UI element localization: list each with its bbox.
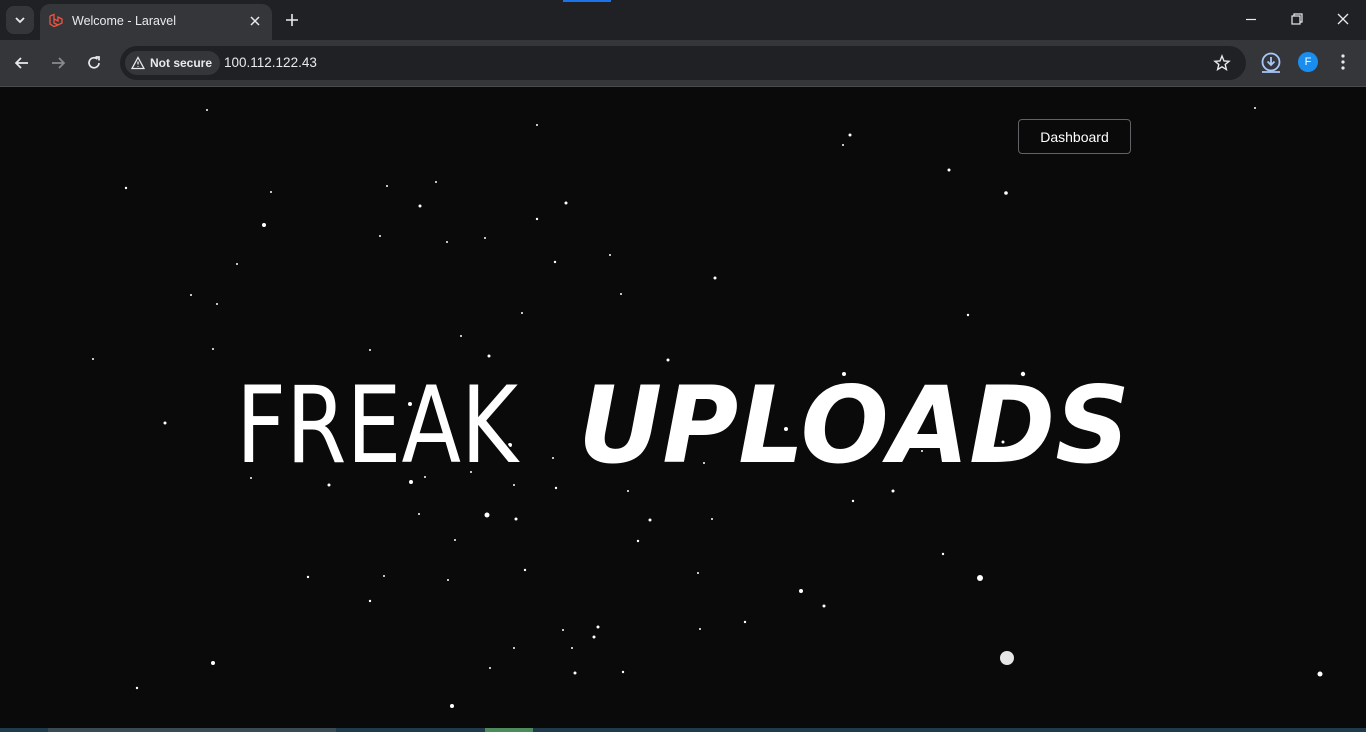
taskbar-segment [48, 728, 336, 732]
reload-icon[interactable] [85, 54, 103, 72]
hero-title: FREAK UPLOADS [234, 362, 1130, 489]
security-chip[interactable]: Not secure [125, 51, 221, 75]
tab-search-button[interactable] [6, 6, 34, 34]
more-menu-icon[interactable] [1338, 53, 1348, 71]
bookmark-star-icon[interactable] [1213, 54, 1231, 72]
browser-toolbar: Not secure 100.112.122.43 F [0, 40, 1366, 87]
active-tab[interactable]: Welcome - Laravel [40, 4, 272, 40]
profile-avatar[interactable]: F [1298, 52, 1318, 72]
chevron-down-icon [15, 17, 25, 24]
tab-strip-accent [563, 0, 611, 2]
download-icon[interactable] [1260, 51, 1282, 73]
tab-strip: Welcome - Laravel [0, 0, 1366, 40]
back-arrow-icon[interactable] [13, 54, 31, 72]
forward-arrow-icon[interactable] [49, 54, 67, 72]
restore-icon[interactable] [1290, 12, 1304, 26]
address-bar[interactable]: Not secure 100.112.122.43 [120, 46, 1246, 80]
minimize-icon[interactable] [1244, 12, 1258, 26]
tab-title: Welcome - Laravel [72, 14, 176, 28]
taskbar-edge [0, 728, 1366, 732]
taskbar-segment [485, 728, 533, 732]
warning-triangle-icon [131, 56, 145, 70]
close-window-icon[interactable] [1336, 12, 1350, 26]
page-content: FREAK UPLOADS Dashboard [0, 87, 1366, 728]
hero-word-uploads: UPLOADS [578, 364, 1130, 487]
url-text[interactable]: 100.112.122.43 [224, 55, 317, 70]
dashboard-button[interactable]: Dashboard [1018, 119, 1131, 154]
laravel-favicon-icon [49, 13, 63, 28]
security-chip-label: Not secure [150, 56, 213, 70]
new-tab-icon[interactable] [283, 11, 301, 29]
hero-word-freak: FREAK [236, 364, 520, 487]
close-tab-icon[interactable] [248, 14, 262, 28]
